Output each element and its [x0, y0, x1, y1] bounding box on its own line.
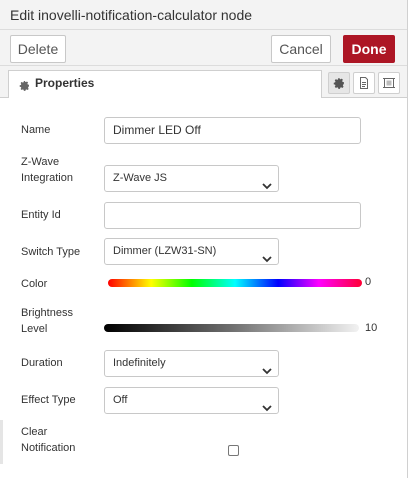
tray-toolbar: Delete Cancel Done: [0, 30, 407, 66]
duration-select[interactable]: Indefinitely: [104, 350, 279, 377]
clear-label-line2: Notification: [21, 442, 76, 454]
entity-id-label: Entity Id: [21, 209, 61, 221]
effect-type-select[interactable]: Off: [104, 387, 279, 414]
edit-tray: Edit inovelli-notification-calculator no…: [0, 0, 408, 478]
name-label: Name: [21, 124, 51, 136]
brightness-level-label: Brightness Level: [21, 305, 73, 337]
switch-type-value: Dimmer (LZW31-SN): [113, 245, 217, 257]
brightness-slider[interactable]: [104, 324, 359, 332]
tab-properties[interactable]: Properties: [8, 70, 322, 98]
zwave-label-line1: Z-Wave: [21, 156, 60, 168]
zwave-integration-select[interactable]: Z-Wave JS: [104, 165, 279, 192]
zwave-label-line2: Integration: [21, 172, 73, 184]
effect-type-label: Effect Type: [21, 394, 76, 406]
brightness-label-line2: Level: [21, 323, 48, 335]
effect-type-value: Off: [113, 394, 128, 406]
switch-type-label: Switch Type: [21, 246, 81, 258]
color-slider[interactable]: [108, 279, 362, 287]
settings-tab-button[interactable]: [328, 72, 350, 94]
brightness-value: 10: [365, 322, 378, 334]
cancel-button[interactable]: Cancel: [271, 35, 331, 63]
chevron-down-icon: [262, 397, 272, 422]
resize-handle[interactable]: [0, 420, 3, 464]
appearance-tab-button[interactable]: [378, 72, 400, 94]
clear-notification-checkbox[interactable]: [228, 445, 239, 456]
chevron-down-icon: [262, 175, 272, 200]
tray-header: Edit inovelli-notification-calculator no…: [0, 0, 407, 30]
clear-notification-label: Clear Notification: [21, 424, 75, 456]
clear-label-line1: Clear: [21, 426, 48, 438]
gear-icon: [19, 78, 30, 94]
name-input[interactable]: Dimmer LED Off: [104, 117, 361, 144]
zwave-integration-label: Z-Wave Integration: [21, 154, 73, 186]
chevron-down-icon: [262, 360, 272, 385]
description-tab-button[interactable]: [353, 72, 375, 94]
chevron-down-icon: [262, 248, 272, 273]
delete-button[interactable]: Delete: [10, 35, 66, 63]
duration-label: Duration: [21, 357, 63, 369]
zwave-integration-value: Z-Wave JS: [113, 172, 167, 184]
tab-properties-label: Properties: [35, 76, 95, 90]
tray-title: Edit inovelli-notification-calculator no…: [10, 7, 253, 23]
duration-value: Indefinitely: [113, 357, 166, 369]
done-button[interactable]: Done: [343, 35, 395, 63]
color-value: 0: [365, 276, 372, 288]
entity-id-input[interactable]: [104, 202, 361, 229]
color-label: Color: [21, 278, 48, 290]
brightness-label-line1: Brightness: [21, 307, 73, 319]
switch-type-select[interactable]: Dimmer (LZW31-SN): [104, 238, 279, 265]
